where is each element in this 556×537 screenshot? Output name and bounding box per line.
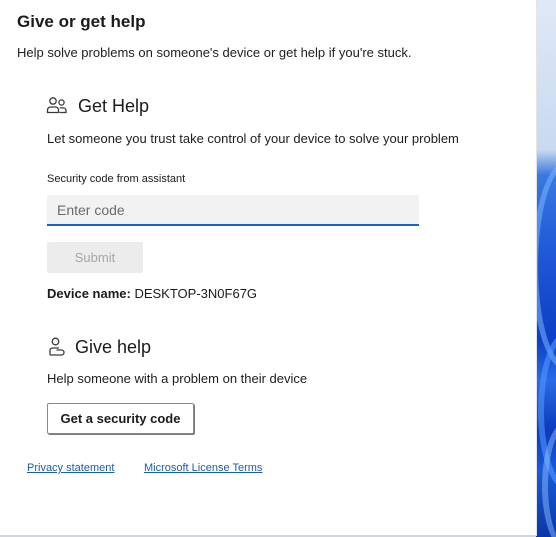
- page-title: Give or get help: [17, 12, 146, 31]
- get-help-description: Let someone you trust take control of yo…: [47, 131, 459, 146]
- person-assist-icon: [46, 336, 68, 358]
- privacy-statement-link[interactable]: Privacy statement: [27, 462, 114, 474]
- submit-button[interactable]: Submit: [47, 242, 143, 273]
- device-name-line: Device name: DESKTOP-3N0F67G: [47, 286, 257, 301]
- give-help-title: Give help: [75, 336, 152, 357]
- page-subtitle: Help solve problems on someone's device …: [17, 45, 412, 60]
- device-name-value: DESKTOP-3N0F67G: [134, 286, 258, 301]
- get-help-title: Get Help: [78, 95, 150, 116]
- get-help-heading: Get Help: [46, 95, 149, 117]
- security-code-label: Security code from assistant: [47, 173, 186, 185]
- people-icon: [46, 95, 68, 117]
- license-terms-link[interactable]: Microsoft License Terms: [144, 462, 262, 474]
- get-security-code-button[interactable]: Get a security code: [47, 403, 194, 434]
- desktop-wallpaper: [536, 0, 556, 537]
- give-help-description: Help someone with a problem on their dev…: [47, 371, 308, 386]
- give-help-heading: Give help: [46, 336, 151, 358]
- device-name-label: Device name:: [47, 286, 131, 301]
- security-code-input[interactable]: [47, 195, 419, 226]
- quick-assist-window: Give or get help Help solve problems on …: [0, 0, 537, 536]
